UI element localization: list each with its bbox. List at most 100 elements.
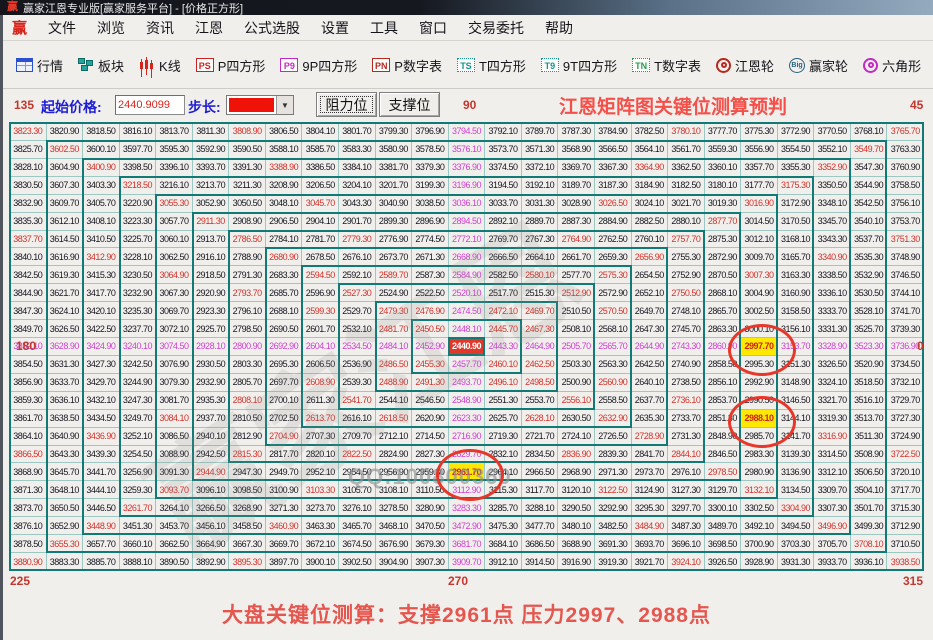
matrix-cell: 2743.30 bbox=[668, 338, 705, 356]
matrix-cell: 3760.90 bbox=[887, 159, 924, 177]
matrix-cell: 3415.30 bbox=[83, 266, 120, 284]
toolbar-item-hexagon[interactable]: 六角形 bbox=[860, 54, 924, 77]
matrix-cell: 2565.70 bbox=[595, 338, 632, 356]
matrix-cell: 3520.90 bbox=[851, 356, 888, 374]
matrix-cell: 2709.70 bbox=[339, 428, 376, 446]
matrix-cell: 3360.10 bbox=[705, 159, 742, 177]
toolbar-item-gann-wheel[interactable]: 江恩轮 bbox=[713, 54, 777, 77]
9p-square-icon: P9 bbox=[280, 58, 298, 72]
matrix-cell: 2724.10 bbox=[558, 428, 595, 446]
menu-item-9[interactable]: 帮助 bbox=[545, 18, 573, 38]
matrix-cell: 2474.50 bbox=[449, 302, 486, 320]
matrix-cell: 3016.90 bbox=[741, 195, 778, 213]
matrix-cell: 2630.50 bbox=[558, 410, 595, 428]
matrix-cell: 2594.50 bbox=[302, 266, 339, 284]
matrix-cell: 3184.90 bbox=[632, 177, 669, 195]
menu-item-6[interactable]: 工具 bbox=[370, 18, 398, 38]
matrix-cell: 3148.90 bbox=[778, 374, 815, 392]
status-bar: 大盘关键位测算：支撑2961点 压力2997、2988点 bbox=[0, 591, 933, 640]
menu-item-0[interactable]: 文件 bbox=[48, 18, 76, 38]
toolbar-item-p-table[interactable]: PNP数字表 bbox=[369, 54, 445, 77]
toolbar-item-bankuai[interactable]: 板块 bbox=[75, 54, 127, 77]
matrix-cell: 2500.90 bbox=[558, 374, 595, 392]
menu-item-3[interactable]: 江恩 bbox=[195, 18, 223, 38]
matrix-cell: 3441.70 bbox=[83, 463, 120, 481]
matrix-cell: 3602.50 bbox=[47, 141, 84, 159]
matrix-cell: 3240.10 bbox=[120, 338, 157, 356]
matrix-cell: 3496.90 bbox=[814, 517, 851, 535]
matrix-cell: 3136.90 bbox=[778, 463, 815, 481]
matrix-cell: 2942.50 bbox=[193, 446, 230, 464]
toolbar-item-9t-square[interactable]: T99T四方形 bbox=[538, 54, 620, 77]
matrix-cell: 3864.10 bbox=[10, 428, 47, 446]
matrix-cell: 3871.30 bbox=[10, 481, 47, 499]
matrix-cell: 3717.70 bbox=[887, 481, 924, 499]
matrix-cell: 2700.10 bbox=[266, 392, 303, 410]
toolbar-item-t-square[interactable]: TST四方形 bbox=[454, 54, 529, 77]
matrix-cell: 3631.30 bbox=[47, 356, 84, 374]
matrix-cell: 3775.30 bbox=[741, 123, 778, 141]
matrix-cell: 2616.10 bbox=[339, 410, 376, 428]
matrix-cell: 2575.30 bbox=[595, 266, 632, 284]
app-logo-icon: 赢 bbox=[7, 0, 18, 15]
matrix-cell: 3609.70 bbox=[47, 195, 84, 213]
matrix-cell: 2556.10 bbox=[558, 392, 595, 410]
matrix-cell: 2808.10 bbox=[229, 392, 266, 410]
toolbar-item-9p-square[interactable]: P99P四方形 bbox=[277, 54, 360, 77]
matrix-cell: 3513.70 bbox=[851, 410, 888, 428]
toolbar: 行情板块 K线 PSP四方形 P99P四方形 PNP数字表 TST四方形 T99T四方形 TN… bbox=[3, 42, 933, 89]
matrix-cell: 3861.70 bbox=[10, 410, 47, 428]
step-select[interactable]: ▼ bbox=[226, 95, 294, 115]
menu-item-4[interactable]: 公式选股 bbox=[244, 18, 300, 38]
matrix-cell: 3244.90 bbox=[120, 374, 157, 392]
matrix-cell: 3626.50 bbox=[47, 320, 84, 338]
matrix-cell: 3182.50 bbox=[668, 177, 705, 195]
matrix-cell: 2479.30 bbox=[376, 302, 413, 320]
matrix-cell: 3412.90 bbox=[83, 248, 120, 266]
matrix-cell: 3115.30 bbox=[485, 481, 522, 499]
matrix-cell: 3782.50 bbox=[632, 123, 669, 141]
matrix-cell: 3172.90 bbox=[778, 195, 815, 213]
matrix-cell: 3417.70 bbox=[83, 284, 120, 302]
matrix-cell: 2719.30 bbox=[485, 428, 522, 446]
menu-item-1[interactable]: 浏览 bbox=[97, 18, 125, 38]
matrix-cell: 3828.10 bbox=[10, 159, 47, 177]
matrix-cell: 3134.50 bbox=[778, 481, 815, 499]
matrix-cell: 3388.90 bbox=[266, 159, 303, 177]
matrix-cell: 2577.70 bbox=[558, 266, 595, 284]
matrix-cell: 2860.90 bbox=[705, 338, 742, 356]
matrix-cell: 2532.10 bbox=[339, 320, 376, 338]
matrix-cell: 2611.30 bbox=[302, 392, 339, 410]
matrix-cell: 3604.90 bbox=[47, 159, 84, 177]
matrix-cell: 3801.70 bbox=[339, 123, 376, 141]
toolbar-item-p-square[interactable]: PSP四方形 bbox=[193, 54, 269, 77]
toolbar-item-kline[interactable]: K线 bbox=[136, 54, 184, 77]
menu-item-7[interactable]: 窗口 bbox=[419, 18, 447, 38]
page-title: 江恩矩阵图关键位测算预判 bbox=[523, 92, 823, 119]
toolbar-item-t-table[interactable]: TNT数字表 bbox=[629, 54, 704, 77]
menu-item-5[interactable]: 设置 bbox=[321, 18, 349, 38]
chevron-down-icon[interactable]: ▼ bbox=[276, 96, 293, 114]
matrix-cell: 3547.30 bbox=[851, 159, 888, 177]
matrix-cell: 2997.70 bbox=[741, 338, 778, 356]
toolbar-item-winner-wheel[interactable]: Big赢家轮 bbox=[786, 54, 851, 77]
toolbar-item-hangqing[interactable]: 行情 bbox=[13, 54, 66, 77]
matrix-cell: 3278.50 bbox=[376, 499, 413, 517]
matrix-cell: 2781.70 bbox=[302, 231, 339, 249]
support-button[interactable]: 支撑位 bbox=[379, 92, 440, 117]
matrix-cell: 2625.70 bbox=[485, 410, 522, 428]
matrix-cell: 3446.50 bbox=[83, 499, 120, 517]
matrix-cell: 3636.10 bbox=[47, 392, 84, 410]
matrix-cell: 3420.10 bbox=[83, 302, 120, 320]
matrix-cell: 2755.30 bbox=[668, 248, 705, 266]
resistance-button[interactable]: 阻力位 bbox=[316, 92, 377, 117]
matrix-cell: 2973.70 bbox=[632, 463, 669, 481]
matrix-cell: 2560.90 bbox=[595, 374, 632, 392]
matrix-cell: 3758.50 bbox=[887, 177, 924, 195]
start-price-input[interactable] bbox=[115, 95, 185, 115]
menu-item-8[interactable]: 交易委托 bbox=[468, 18, 524, 38]
matrix-cell: 2776.90 bbox=[376, 231, 413, 249]
menu-item-2[interactable]: 资讯 bbox=[146, 18, 174, 38]
matrix-cell: 3208.90 bbox=[266, 177, 303, 195]
matrix-cell: 2491.30 bbox=[412, 374, 449, 392]
